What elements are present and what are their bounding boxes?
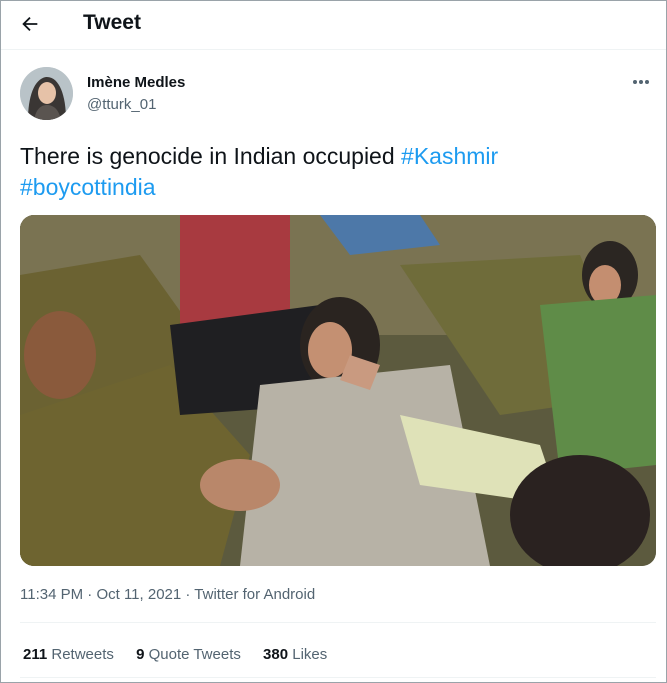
- more-button[interactable]: [632, 71, 658, 91]
- tweet-page: Tweet Imène Medles @tturk_01 There is ge…: [0, 0, 667, 683]
- author-name[interactable]: Imène Medles: [87, 74, 185, 91]
- quote-tweets-label: Quote Tweets: [148, 646, 241, 663]
- divider: [20, 622, 656, 623]
- author-handle[interactable]: @tturk_01: [87, 96, 156, 113]
- hashtag-boycottindia[interactable]: #boycottindia: [20, 174, 156, 200]
- tweet-text: There is genocide in Indian occupied #Ka…: [20, 141, 640, 203]
- header-bar: Tweet: [1, 1, 666, 50]
- separator: ·: [83, 586, 97, 603]
- tweet-meta: 11:34 PM · Oct 11, 2021 · Twitter for An…: [20, 586, 315, 603]
- hashtag-kashmir[interactable]: #Kashmir: [401, 143, 498, 169]
- likes-count: 380: [263, 646, 289, 663]
- page-title: Tweet: [83, 11, 141, 34]
- separator: ·: [181, 586, 195, 603]
- tweet-source[interactable]: Twitter for Android: [194, 586, 315, 603]
- tweet-stats: 211 Retweets 9 Quote Tweets 380 Likes: [23, 646, 345, 663]
- ellipsis-icon: [645, 80, 649, 84]
- tweet-body-text: There is genocide in Indian occupied: [20, 143, 402, 169]
- back-button[interactable]: [19, 13, 43, 37]
- retweets-label: Retweets: [51, 646, 114, 663]
- arrow-left-icon: [22, 16, 38, 32]
- quote-tweets-stat[interactable]: 9 Quote Tweets: [136, 646, 241, 663]
- quote-tweets-count: 9: [136, 646, 145, 663]
- tweet-photo[interactable]: [20, 215, 656, 566]
- ellipsis-icon: [639, 80, 643, 84]
- retweets-count: 211: [23, 646, 48, 663]
- profile-photo: [20, 67, 73, 120]
- ellipsis-icon: [633, 80, 637, 84]
- tweet-date[interactable]: Oct 11, 2021: [96, 586, 181, 603]
- tweet-time[interactable]: 11:34 PM: [20, 586, 83, 603]
- divider: [20, 677, 656, 678]
- avatar[interactable]: [20, 67, 73, 120]
- likes-stat[interactable]: 380 Likes: [263, 646, 327, 663]
- protest-scene-image: [20, 215, 656, 566]
- retweets-stat[interactable]: 211 Retweets: [23, 646, 114, 663]
- likes-label: Likes: [292, 646, 328, 663]
